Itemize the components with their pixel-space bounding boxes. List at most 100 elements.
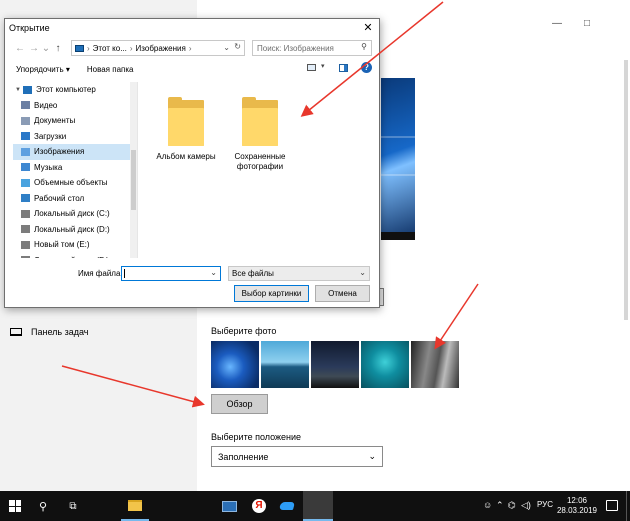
fit-select[interactable]: Заполнение ⌄ xyxy=(211,446,383,467)
search-input[interactable]: Поиск: Изображения ⚲ xyxy=(252,40,372,56)
nav-tree-item[interactable]: Объемные объекты xyxy=(13,175,137,191)
folder-item[interactable]: Сохраненные фотографии xyxy=(225,97,295,172)
sidebar-item-taskbar[interactable]: Панель задач xyxy=(10,327,88,337)
page-scrollbar[interactable] xyxy=(624,60,628,320)
settings-taskbar-button[interactable] xyxy=(303,491,333,521)
edge-icon xyxy=(278,502,296,510)
nav-tree-label: Локальный диск (D:) xyxy=(34,224,110,234)
nav-tree-item[interactable]: Документы xyxy=(13,113,137,129)
task-view-icon[interactable]: ⧉ xyxy=(64,491,82,521)
recent-locations-icon[interactable]: ⌄ xyxy=(41,43,51,54)
file-explorer-taskbar-button[interactable] xyxy=(121,491,149,521)
yandex-browser-taskbar-button[interactable]: Я xyxy=(248,491,270,521)
preview-pane-icon[interactable] xyxy=(339,64,348,72)
file-type-value: Все файлы xyxy=(232,269,274,278)
desktop-folder-icon xyxy=(21,194,30,203)
drive-icon xyxy=(21,209,30,218)
breadcrumb-separator: › xyxy=(87,43,90,53)
chevron-down-icon[interactable]: ⌄ xyxy=(223,43,230,52)
nav-tree-item[interactable]: Локальный диск (F:) xyxy=(13,253,137,258)
language-indicator[interactable]: РУС xyxy=(537,500,553,509)
view-dropdown-icon[interactable]: ▾ xyxy=(321,62,325,70)
clock-date: 28.03.2019 xyxy=(556,506,598,515)
windows-logo-icon xyxy=(9,500,21,512)
open-file-dialog: Открытие ✕ ← → ⌄ ↑ › Этот ко... › Изобра… xyxy=(4,18,380,308)
folder-icon xyxy=(242,97,278,146)
desktop-preview xyxy=(381,78,415,240)
photo-thumbnail[interactable] xyxy=(361,341,409,388)
help-icon[interactable]: ? xyxy=(361,62,372,73)
refresh-icon[interactable]: ↻ xyxy=(234,42,241,51)
nav-tree-label: Загрузки xyxy=(34,131,67,141)
show-desktop-button[interactable] xyxy=(626,491,630,521)
navigation-pane: ▼ Этот компьютер Видео Документы Загрузки Изо… xyxy=(13,82,138,258)
sidebar-item-label: Панель задач xyxy=(31,327,89,337)
notification-icon[interactable] xyxy=(606,500,618,511)
nav-tree-label: Новый том (E:) xyxy=(34,240,90,250)
scrollbar-thumb[interactable] xyxy=(131,150,136,210)
start-button[interactable] xyxy=(0,491,30,521)
folder-icon xyxy=(168,97,204,146)
close-icon[interactable]: ✕ xyxy=(361,20,375,34)
choose-fit-heading: Выберите положение xyxy=(211,432,302,442)
taskbar-icon xyxy=(10,328,22,336)
search-icon: ⚲ xyxy=(361,42,367,51)
maximize-button[interactable]: □ xyxy=(584,18,590,29)
3d-objects-icon xyxy=(21,178,30,187)
photo-thumbnail[interactable] xyxy=(311,341,359,388)
browse-button[interactable]: Обзор xyxy=(211,394,268,414)
monitor-icon xyxy=(221,500,237,512)
chevron-up-icon[interactable]: ⌃ xyxy=(496,500,504,511)
volume-icon[interactable]: ◁) xyxy=(521,500,531,511)
back-arrow-icon[interactable]: ← xyxy=(13,43,27,54)
remote-desktop-taskbar-button[interactable] xyxy=(216,491,242,521)
nav-tree-item[interactable]: Новый том (E:) xyxy=(13,237,137,253)
new-folder-button[interactable]: Новая папка xyxy=(87,65,134,74)
nav-tree-item[interactable]: Рабочий стол xyxy=(13,191,137,207)
clock-time: 12:06 xyxy=(566,496,588,505)
edge-taskbar-button[interactable] xyxy=(276,491,298,521)
expand-chevron-icon[interactable]: ▼ xyxy=(15,87,21,93)
nav-tree-label: Музыка xyxy=(34,162,63,172)
search-icon[interactable]: ⚲ xyxy=(34,491,52,521)
nav-tree-label: Объемные объекты xyxy=(34,178,108,188)
nav-tree-item[interactable]: Видео xyxy=(13,98,137,114)
command-bar: Упорядочить ▾ Новая папка ▾ ? xyxy=(5,59,379,79)
photo-thumbnail[interactable] xyxy=(411,341,459,388)
nav-tree-item[interactable]: Изображения xyxy=(13,144,137,160)
nav-tree-item[interactable]: Локальный диск (D:) xyxy=(13,222,137,238)
photo-thumbnail[interactable] xyxy=(261,341,309,388)
filename-input[interactable]: ⌄ xyxy=(121,266,221,281)
select-picture-button[interactable]: Выбор картинки xyxy=(234,285,309,302)
people-icon[interactable]: ☺ xyxy=(483,500,492,510)
file-type-select[interactable]: Все файлы ⌄ xyxy=(228,266,370,281)
nav-tree-item[interactable]: Локальный диск (C:) xyxy=(13,206,137,222)
network-icon[interactable]: ⌬ xyxy=(508,500,516,511)
navigation-pane-scrollbar[interactable] xyxy=(130,82,137,258)
clock[interactable]: 12:06 28.03.2019 xyxy=(555,496,599,516)
pictures-folder-icon xyxy=(21,147,30,156)
nav-tree-item[interactable]: ▼ Этот компьютер xyxy=(13,82,137,98)
breadcrumb-item[interactable]: Изображения xyxy=(136,44,186,53)
downloads-folder-icon xyxy=(21,132,30,141)
nav-tree-item[interactable]: Загрузки xyxy=(13,129,137,145)
address-bar[interactable]: › Этот ко... › Изображения › ⌄ ↻ xyxy=(71,40,245,56)
photo-thumbnail[interactable] xyxy=(211,341,259,388)
nav-tree-label: Видео xyxy=(34,100,58,110)
file-list: Альбом камеры Сохраненные фотографии xyxy=(145,82,375,258)
up-arrow-icon[interactable]: ↑ xyxy=(51,43,65,54)
folder-item[interactable]: Альбом камеры xyxy=(151,97,221,162)
navigation-bar: ← → ⌄ ↑ › Этот ко... › Изображения › ⌄ ↻… xyxy=(5,38,379,58)
organize-button[interactable]: Упорядочить ▾ xyxy=(16,65,70,74)
view-icon[interactable] xyxy=(307,64,316,71)
forward-arrow-icon[interactable]: → xyxy=(27,43,41,54)
nav-tree-item[interactable]: Музыка xyxy=(13,160,137,176)
breadcrumb-item[interactable]: Этот ко... xyxy=(93,44,127,53)
preview-taskbar xyxy=(381,232,415,240)
fit-select-value: Заполнение xyxy=(218,451,269,462)
chevron-down-icon[interactable]: ⌄ xyxy=(210,268,217,277)
computer-icon xyxy=(22,85,32,94)
cancel-button[interactable]: Отмена xyxy=(315,285,370,302)
minimize-button[interactable]: — xyxy=(552,18,562,29)
nav-tree-label: Этот компьютер xyxy=(35,85,96,95)
